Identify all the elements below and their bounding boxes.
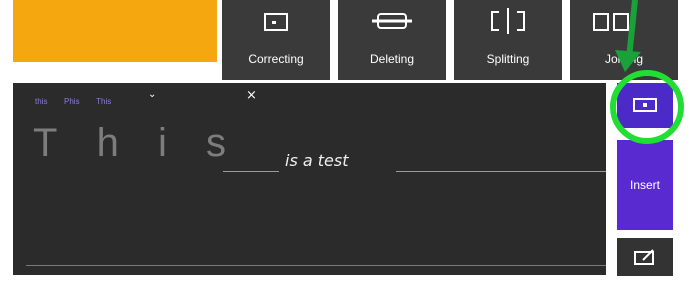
highlight-circle [610, 70, 684, 144]
deleting-icon [338, 8, 446, 36]
arrow-icon [615, 0, 641, 72]
handwriting-baseline [223, 171, 279, 172]
suggestion-item[interactable]: This [96, 97, 111, 106]
tab-label: Correcting [248, 52, 304, 66]
tab-label: Deleting [369, 52, 415, 66]
suggestion-item[interactable]: this [35, 97, 47, 106]
letter: s [205, 121, 228, 165]
letter: i [157, 121, 169, 165]
handwriting-baseline [396, 171, 606, 172]
insert-button[interactable]: Insert [617, 140, 673, 230]
handwriting-text: is a test [285, 151, 349, 170]
orange-block [13, 0, 217, 62]
writing-panel[interactable]: this Phis This ⌄ × T h i s is a test [13, 83, 606, 275]
writing-line [26, 265, 606, 266]
tab-label: Splitting [486, 52, 530, 66]
suggestion-list: this Phis This [35, 97, 125, 106]
chevron-down-icon[interactable]: ⌄ [148, 89, 156, 100]
tab-correcting[interactable]: Correcting [222, 0, 330, 80]
recognized-word: T h i s [33, 121, 252, 166]
letter: h [96, 121, 121, 165]
close-icon[interactable]: × [246, 88, 257, 103]
letter: T [33, 121, 60, 165]
correcting-icon [222, 8, 330, 36]
pen-icon [634, 249, 654, 265]
splitting-icon [454, 8, 562, 36]
insert-label: Insert [629, 178, 660, 192]
tab-deleting[interactable]: Deleting [338, 0, 446, 80]
pen-mode-button[interactable] [617, 238, 673, 276]
suggestion-item[interactable]: Phis [64, 97, 80, 106]
tab-splitting[interactable]: Splitting [454, 0, 562, 80]
